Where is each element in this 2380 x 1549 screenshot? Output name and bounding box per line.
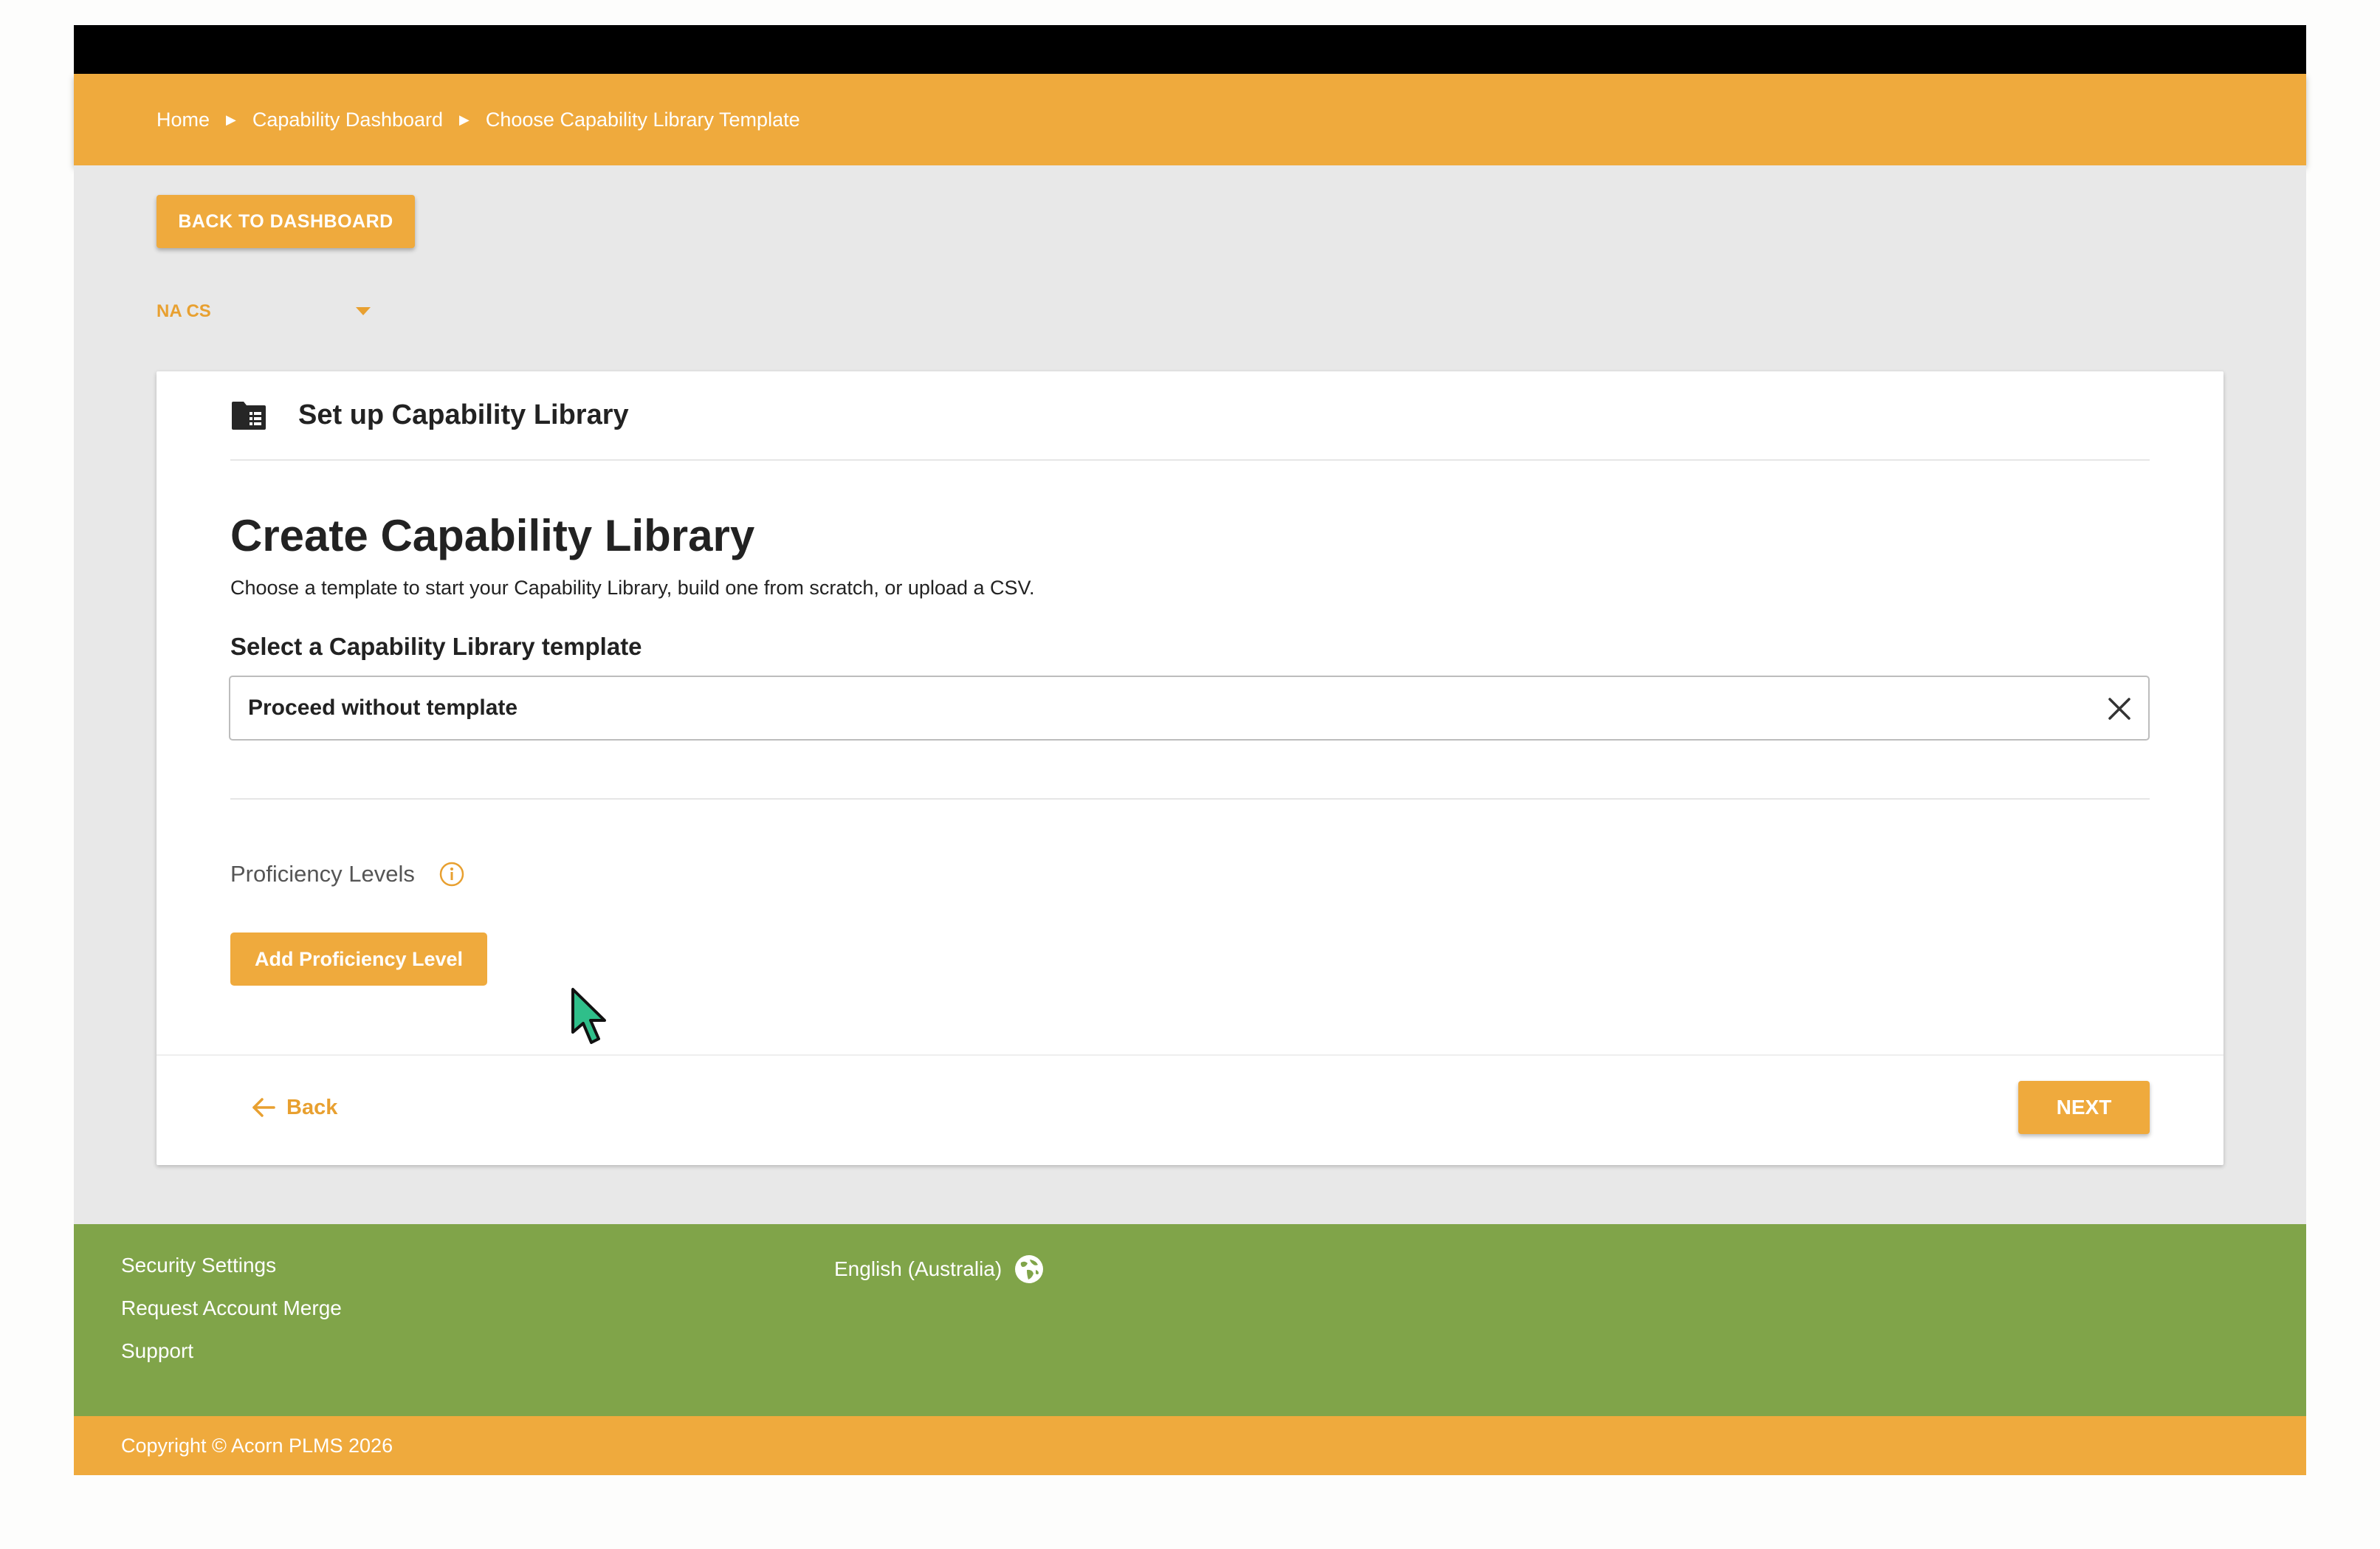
page-header: Home ▶ Capability Dashboard ▶ Choose Cap… xyxy=(74,74,2306,165)
card-header-title: Set up Capability Library xyxy=(298,399,629,430)
breadcrumb-current-page: Choose Capability Library Template xyxy=(485,108,800,131)
org-select[interactable]: NA CS xyxy=(157,291,371,332)
back-button-label: Back xyxy=(286,1095,338,1119)
folder-list-icon xyxy=(232,401,266,430)
info-circle-icon[interactable] xyxy=(438,861,465,887)
setup-card: Set up Capability Library Create Capabil… xyxy=(157,371,2223,1165)
breadcrumb-separator-icon: ▶ xyxy=(459,112,470,127)
proficiency-levels-label: Proficiency Levels xyxy=(230,861,415,887)
template-field-label: Select a Capability Library template xyxy=(230,633,642,660)
copyright-text: Copyright © Acorn PLMS 2026 xyxy=(121,1434,393,1457)
breadcrumb-separator-icon: ▶ xyxy=(226,112,236,127)
browser-top-bar xyxy=(74,25,2306,74)
support-link[interactable]: Support xyxy=(121,1339,342,1363)
main-content: BACK TO DASHBOARD NA CS Set up Capabilit… xyxy=(74,165,2306,1224)
back-button[interactable]: Back xyxy=(251,1085,337,1130)
caret-down-icon xyxy=(356,307,371,315)
template-select-input[interactable]: Proceed without template xyxy=(229,676,2150,741)
breadcrumb-capability-dashboard[interactable]: Capability Dashboard xyxy=(252,109,443,131)
app-frame: Home ▶ Capability Dashboard ▶ Choose Cap… xyxy=(74,25,2306,1475)
org-select-value: NA CS xyxy=(157,301,211,321)
proficiency-levels-row: Proficiency Levels xyxy=(230,856,465,893)
template-select-value: Proceed without template xyxy=(248,695,518,720)
globe-icon xyxy=(1015,1255,1044,1283)
mouse-pointer-icon xyxy=(571,988,606,1044)
breadcrumb-home[interactable]: Home xyxy=(157,109,210,131)
add-proficiency-level-button[interactable]: Add Proficiency Level xyxy=(230,933,487,986)
page-title: Create Capability Library xyxy=(230,511,755,560)
breadcrumb: Home ▶ Capability Dashboard ▶ Choose Cap… xyxy=(157,74,800,165)
language-selector[interactable]: English (Australia) xyxy=(834,1254,1045,1285)
arrow-left-icon xyxy=(252,1098,275,1117)
card-footer: Back NEXT xyxy=(157,1054,2223,1167)
section-divider xyxy=(230,798,2150,800)
site-footer: Security Settings Request Account Merge … xyxy=(74,1224,2306,1416)
footer-links: Security Settings Request Account Merge … xyxy=(121,1254,342,1363)
copyright-bar: Copyright © Acorn PLMS 2026 xyxy=(74,1416,2306,1475)
page-description: Choose a template to start your Capabili… xyxy=(230,577,1035,599)
close-icon[interactable] xyxy=(2107,696,2132,721)
back-to-dashboard-button[interactable]: BACK TO DASHBOARD xyxy=(157,195,415,248)
next-button[interactable]: NEXT xyxy=(2018,1081,2150,1134)
language-label: English (Australia) xyxy=(834,1257,1002,1280)
security-settings-link[interactable]: Security Settings xyxy=(121,1254,342,1277)
card-header: Set up Capability Library xyxy=(230,371,2150,461)
request-account-merge-link[interactable]: Request Account Merge xyxy=(121,1296,342,1320)
